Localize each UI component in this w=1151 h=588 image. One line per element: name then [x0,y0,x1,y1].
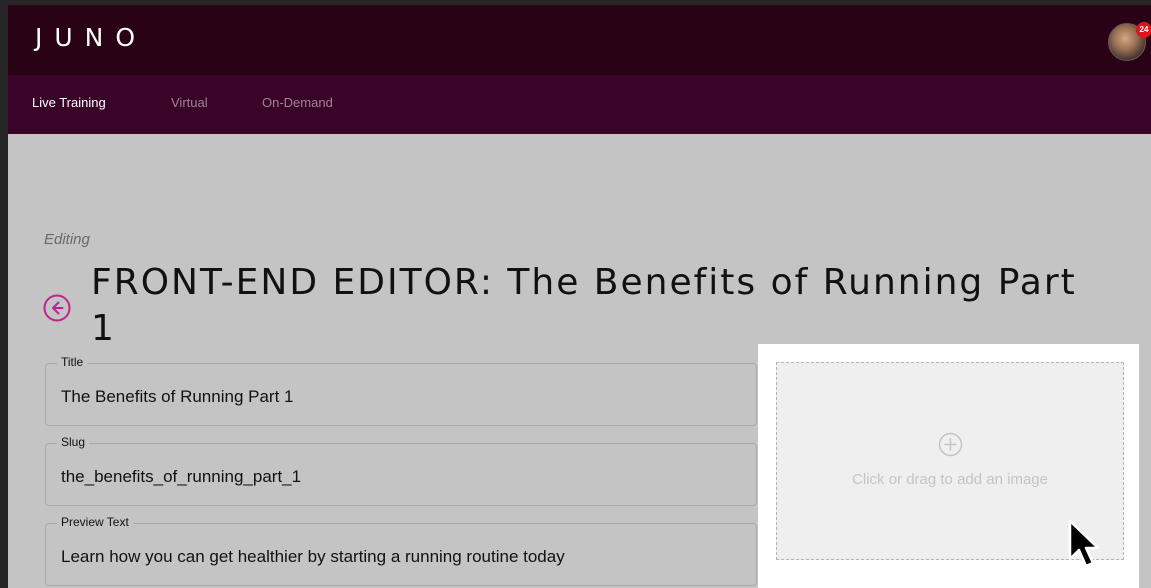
nav-tab-live-training[interactable]: Live Training [32,95,106,110]
title-field-label: Title [57,355,88,369]
juno-logo[interactable]: JUNO [35,23,147,52]
preview-text-field-value[interactable]: Learn how you can get healthier by start… [61,547,565,567]
slug-field-label: Slug [57,435,90,449]
mouse-pointer-icon [1068,519,1100,568]
nav-tab-virtual[interactable]: Virtual [171,95,208,110]
top-bar: JUNO 24 [8,5,1151,75]
editing-label: Editing [44,231,90,248]
preview-text-field[interactable]: Preview Text Learn how you can get healt… [45,515,757,586]
notification-badge[interactable]: 24 [1136,22,1151,38]
page-title: FRONT-END EDITOR: The Benefits of Runnin… [91,262,1077,349]
title-field-value[interactable]: The Benefits of Running Part 1 [61,387,293,407]
app-frame: JUNO 24 Live Training Virtual On-Demand … [8,5,1151,588]
plus-circle-icon [938,432,963,457]
slug-field[interactable]: Slug the_benefits_of_running_part_1 [45,435,757,506]
arrow-left-circle-icon[interactable] [43,294,71,322]
dropzone-prompt: Click or drag to add an image [852,471,1048,488]
sub-navigation: Live Training Virtual On-Demand [8,75,1151,134]
preview-text-field-label: Preview Text [57,515,133,529]
slug-field-value[interactable]: the_benefits_of_running_part_1 [61,467,301,487]
nav-tab-on-demand[interactable]: On-Demand [262,95,333,110]
title-field[interactable]: Title The Benefits of Running Part 1 [45,355,757,426]
